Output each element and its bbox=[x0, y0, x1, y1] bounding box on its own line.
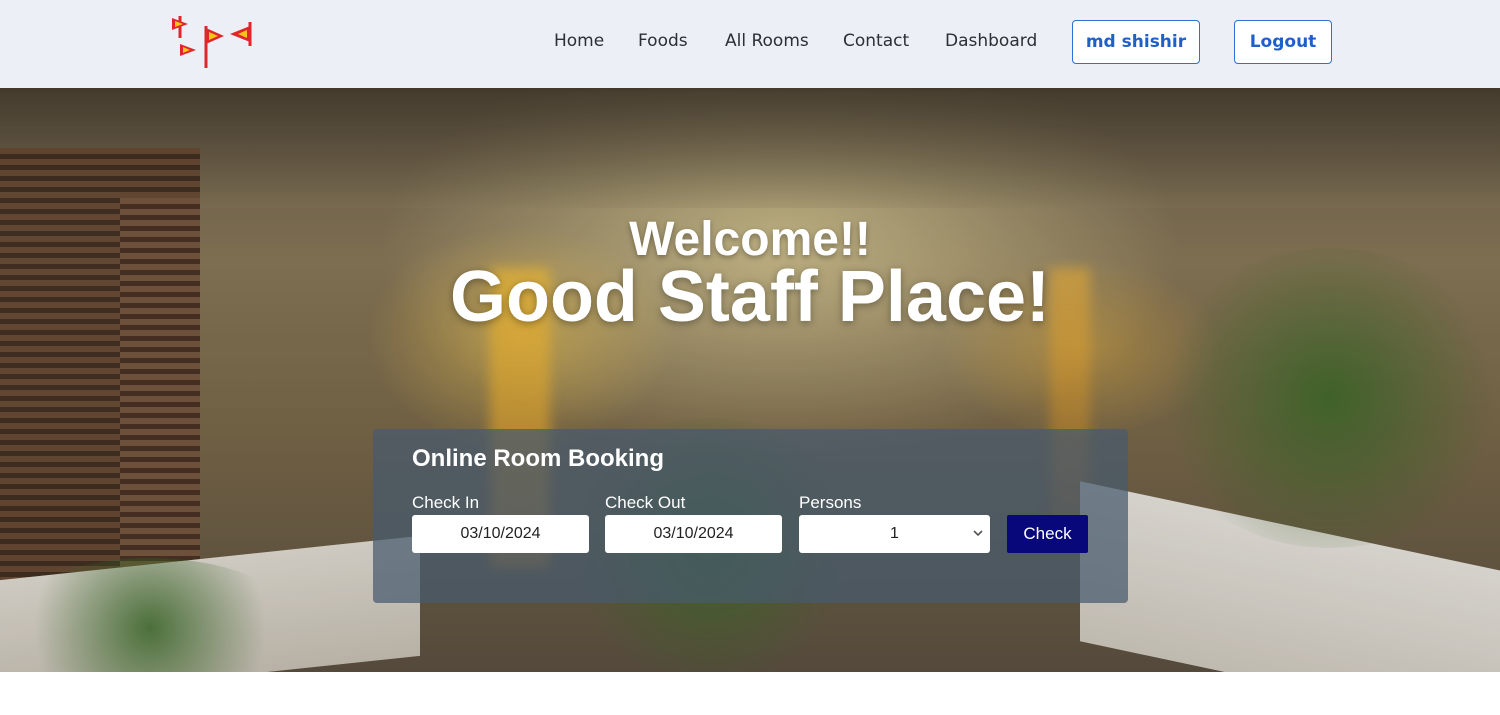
nav-home[interactable]: Home bbox=[554, 31, 604, 51]
check-availability-button[interactable]: Check bbox=[1007, 515, 1088, 553]
persons-label: Persons bbox=[799, 493, 862, 512]
logout-button[interactable]: Logout bbox=[1234, 20, 1332, 64]
nav-contact[interactable]: Contact bbox=[843, 31, 909, 51]
check-in-date-input[interactable]: 03/10/2024 bbox=[412, 515, 589, 553]
chevron-down-icon bbox=[973, 530, 983, 537]
nav-all-rooms[interactable]: All Rooms bbox=[725, 31, 809, 51]
check-in-label: Check In bbox=[412, 493, 480, 512]
check-out-label: Check Out bbox=[605, 493, 686, 512]
flags-logo[interactable] bbox=[166, 12, 256, 72]
check-out-date-input[interactable]: 03/10/2024 bbox=[605, 515, 782, 553]
nav-foods[interactable]: Foods bbox=[638, 31, 688, 51]
booking-panel: Online Room Booking Check In 03/10/2024 … bbox=[373, 429, 1128, 603]
hero-banner: Welcome!! Good Staff Place! Online Room … bbox=[0, 88, 1500, 672]
hero-tagline: Good Staff Place! bbox=[449, 257, 1051, 337]
persons-select-value: 1 bbox=[890, 525, 899, 542]
persons-select[interactable]: 1 bbox=[799, 515, 990, 553]
booking-title: Online Room Booking bbox=[412, 445, 664, 472]
user-profile-button[interactable]: md shishir bbox=[1072, 20, 1200, 64]
navbar: Home Foods All Rooms Contact Dashboard m… bbox=[0, 0, 1500, 88]
nav-dashboard[interactable]: Dashboard bbox=[945, 31, 1037, 51]
